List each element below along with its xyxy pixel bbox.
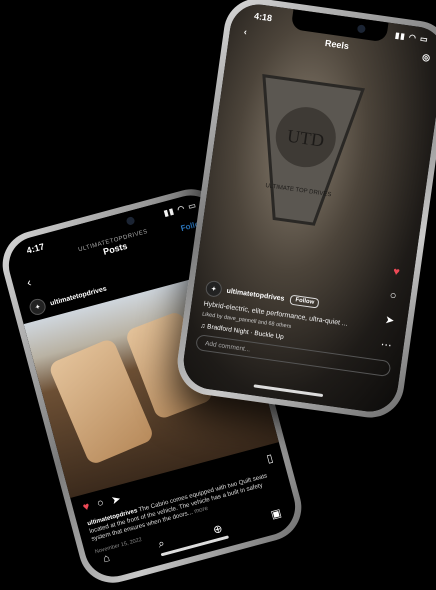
share-icon[interactable]: ➤ [384,313,395,327]
heart-icon[interactable]: ♥ [392,266,400,279]
comment-icon[interactable]: ○ [96,497,106,510]
back-icon[interactable]: ‹ [243,27,247,37]
more-icon[interactable]: ⋯ [380,338,393,352]
reel-phone: UTD ULTIMATE TOP DRIVES 4:18 ▮▮ ◠ ▭ ‹ Re… [173,0,436,422]
heart-icon[interactable]: ♥ [82,500,91,513]
avatar[interactable]: ✦ [27,297,48,317]
signal-icons: ▮▮ ◠ ▭ [394,30,430,45]
utd-emblem-image: UTD ULTIMATE TOP DRIVES [262,73,365,226]
music-icon: ♫ [200,322,206,330]
camera-icon[interactable]: ◎ [421,52,431,64]
comment-icon[interactable]: ○ [389,289,397,302]
follow-button[interactable]: Follow [289,294,320,309]
share-icon[interactable]: ➤ [110,492,122,507]
back-icon[interactable]: ‹ [25,275,32,290]
bookmark-icon[interactable]: ▯ [265,451,274,465]
status-time: 4:17 [25,241,46,256]
reels-icon[interactable]: ▣ [269,506,283,524]
avatar[interactable]: ✦ [204,279,223,298]
home-icon[interactable]: ⌂ [102,552,113,569]
reel-screen: UTD ULTIMATE TOP DRIVES 4:18 ▮▮ ◠ ▭ ‹ Re… [180,0,436,416]
signal-icons: ▮▮ ◠ ▭ [162,200,198,218]
status-time: 4:18 [253,10,273,24]
reel-username[interactable]: ultimatetopdrives [226,287,285,302]
